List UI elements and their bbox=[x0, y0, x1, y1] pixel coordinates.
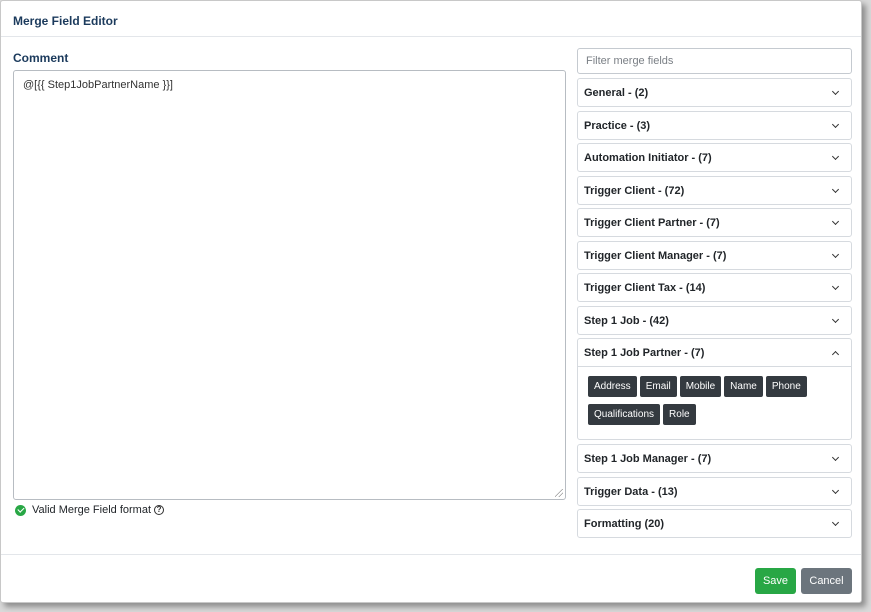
merge-field-chip[interactable]: Phone bbox=[765, 376, 807, 397]
accordion-title: Step 1 Job - (42) bbox=[584, 314, 669, 327]
accordion-header[interactable]: Trigger Data - (13) bbox=[578, 478, 851, 505]
merge-field-chip[interactable]: Qualifications bbox=[588, 404, 661, 425]
accordion-header[interactable]: Step 1 Job Manager - (7) bbox=[578, 445, 851, 472]
accordion-group: Trigger Client Partner - (7) bbox=[577, 208, 852, 237]
chevron-down-icon bbox=[831, 250, 840, 258]
comment-textarea[interactable]: @[{{ Step1JobPartnerName }}] bbox=[13, 70, 566, 500]
accordion-header[interactable]: Trigger Client Partner - (7) bbox=[578, 209, 851, 236]
chevron-down-icon bbox=[831, 152, 840, 160]
merge-field-chip[interactable]: Name bbox=[724, 376, 763, 397]
accordion-group: Trigger Client - (72) bbox=[577, 176, 852, 205]
accordion-group: Trigger Client Tax - (14) bbox=[577, 273, 852, 302]
question-circle-icon[interactable]: ? bbox=[154, 505, 165, 515]
accordion-title: Step 1 Job Manager - (7) bbox=[584, 452, 712, 465]
accordion-group: Formatting (20) bbox=[577, 509, 852, 538]
accordion-group: Automation Initiator - (7) bbox=[577, 143, 852, 172]
accordion-group: Step 1 Job Partner - (7) Address Email Mobi… bbox=[577, 338, 852, 440]
accordion-title: Trigger Client Partner - (7) bbox=[584, 216, 720, 229]
chevron-down-icon bbox=[831, 486, 840, 494]
accordion-title: Automation Initiator - (7) bbox=[584, 151, 712, 164]
accordion-title: Trigger Client Manager - (7) bbox=[584, 249, 727, 262]
check-circle-icon bbox=[15, 504, 26, 516]
merge-field-editor-modal: Merge Field Editor Comment @[{{ Step1Job… bbox=[0, 0, 862, 603]
accordion-header[interactable]: Formatting (20) bbox=[578, 510, 851, 537]
resize-grip-icon[interactable] bbox=[555, 489, 563, 497]
accordion-group: Step 1 Job - (42) bbox=[577, 306, 852, 335]
modal-footer: Save Cancel bbox=[1, 554, 861, 602]
merge-field-chip[interactable]: Address bbox=[588, 376, 637, 397]
accordion-header[interactable]: Practice - (3) bbox=[578, 112, 851, 139]
cancel-button[interactable]: Cancel bbox=[801, 568, 852, 594]
accordion-header[interactable]: Trigger Client - (72) bbox=[578, 177, 851, 204]
merge-field-chip[interactable]: Mobile bbox=[679, 376, 722, 397]
chevron-down-icon bbox=[831, 282, 840, 290]
accordion-body: Address Email Mobile Name Phone Qualification… bbox=[578, 366, 851, 439]
accordion-group: Step 1 Job Manager - (7) bbox=[577, 444, 852, 473]
accordion-title: Formatting (20) bbox=[584, 517, 665, 530]
chevron-down-icon bbox=[831, 87, 840, 95]
accordion-title: Practice - (3) bbox=[584, 119, 651, 132]
merge-field-chip[interactable]: Role bbox=[663, 404, 696, 425]
chevron-down-icon bbox=[831, 315, 840, 323]
chevron-up-icon bbox=[831, 350, 840, 358]
modal-title: Merge Field Editor bbox=[13, 14, 118, 28]
chevron-down-icon bbox=[831, 217, 840, 225]
accordion-title: Trigger Client - (72) bbox=[584, 184, 685, 197]
accordion-header[interactable]: Automation Initiator - (7) bbox=[578, 144, 851, 171]
chevron-down-icon bbox=[831, 453, 840, 461]
accordion-title: Trigger Data - (13) bbox=[584, 485, 678, 498]
validation-text: Valid Merge Field format bbox=[32, 504, 152, 516]
validation-status: Valid Merge Field format ? bbox=[15, 503, 165, 517]
modal-header: Merge Field Editor bbox=[1, 1, 861, 37]
comment-text: @[{{ Step1JobPartnerName }}] bbox=[23, 79, 173, 91]
chevron-down-icon bbox=[831, 120, 840, 128]
comment-label: Comment bbox=[13, 51, 69, 65]
accordion-title: Trigger Client Tax - (14) bbox=[584, 281, 706, 294]
save-button[interactable]: Save bbox=[755, 568, 796, 594]
chevron-down-icon bbox=[831, 185, 840, 193]
accordion-group: Trigger Data - (13) bbox=[577, 477, 852, 506]
accordion-header[interactable]: Trigger Client Manager - (7) bbox=[578, 242, 851, 269]
filter-merge-fields-input[interactable] bbox=[577, 48, 852, 74]
accordion-header[interactable]: General - (2) bbox=[578, 79, 851, 106]
accordion-header[interactable]: Step 1 Job - (42) bbox=[578, 307, 851, 334]
accordion-group: General - (2) bbox=[577, 78, 852, 107]
accordion-title: Step 1 Job Partner - (7) bbox=[584, 346, 705, 359]
chevron-down-icon bbox=[831, 518, 840, 526]
accordion-title: General - (2) bbox=[584, 86, 649, 99]
accordion-group: Practice - (3) bbox=[577, 111, 852, 140]
accordion-header[interactable]: Step 1 Job Partner - (7) bbox=[578, 339, 851, 366]
accordion-header[interactable]: Trigger Client Tax - (14) bbox=[578, 274, 851, 301]
merge-field-chip[interactable]: Email bbox=[639, 376, 677, 397]
accordion-group: Trigger Client Manager - (7) bbox=[577, 241, 852, 270]
